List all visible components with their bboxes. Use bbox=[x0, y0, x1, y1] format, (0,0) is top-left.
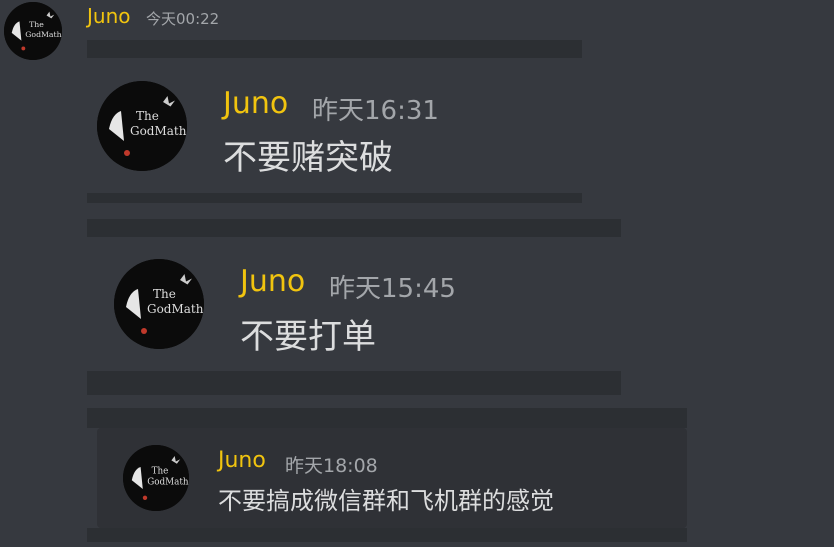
header-timestamp: 今天00:22 bbox=[146, 10, 220, 28]
embed-3-username[interactable]: Juno bbox=[218, 448, 266, 473]
embed-2-top-bar bbox=[87, 219, 621, 237]
header-avatar[interactable]: The GodMather bbox=[4, 2, 62, 60]
svg-text:GodMather: GodMather bbox=[130, 124, 187, 138]
embed-3-message: 不要搞成微信群和飞机群的感觉 bbox=[218, 487, 554, 515]
embed-2-username[interactable]: Juno bbox=[240, 264, 305, 299]
svg-text:The: The bbox=[152, 467, 169, 477]
godfather-avatar-icon: The GodMather bbox=[114, 259, 204, 349]
embed-1-message: 不要赌突破 bbox=[223, 138, 393, 178]
svg-text:GodMather: GodMather bbox=[147, 478, 189, 488]
svg-text:The: The bbox=[153, 287, 176, 301]
svg-text:GodMather: GodMather bbox=[147, 302, 204, 316]
godfather-avatar-icon: The GodMather bbox=[123, 445, 189, 511]
embed-1-avatar[interactable]: The GodMather bbox=[97, 81, 187, 171]
embed-2-message: 不要打单 bbox=[240, 317, 376, 357]
godfather-avatar-icon: The GodMather bbox=[97, 81, 187, 171]
embed-2-bottom-bar bbox=[87, 371, 621, 395]
embed-1-bottom-bar bbox=[87, 193, 582, 203]
svg-text:The: The bbox=[136, 109, 159, 123]
embed-3-timestamp: 昨天18:08 bbox=[285, 455, 378, 477]
svg-text:GodMather: GodMather bbox=[25, 30, 62, 39]
embed-3-avatar[interactable]: The GodMather bbox=[123, 445, 189, 511]
godfather-avatar-icon: The GodMather bbox=[4, 2, 62, 60]
embed-1-username[interactable]: Juno bbox=[223, 86, 288, 121]
header-username[interactable]: Juno bbox=[87, 4, 131, 28]
embed-3-top-bar bbox=[87, 408, 687, 428]
embed-2-timestamp: 昨天15:45 bbox=[329, 274, 456, 304]
embed-1-timestamp: 昨天16:31 bbox=[312, 96, 439, 126]
embed-3-bottom-bar bbox=[87, 528, 687, 542]
svg-text:The: The bbox=[29, 20, 44, 29]
embed-2-avatar[interactable]: The GodMather bbox=[114, 259, 204, 349]
embed-top-bar bbox=[87, 40, 582, 58]
